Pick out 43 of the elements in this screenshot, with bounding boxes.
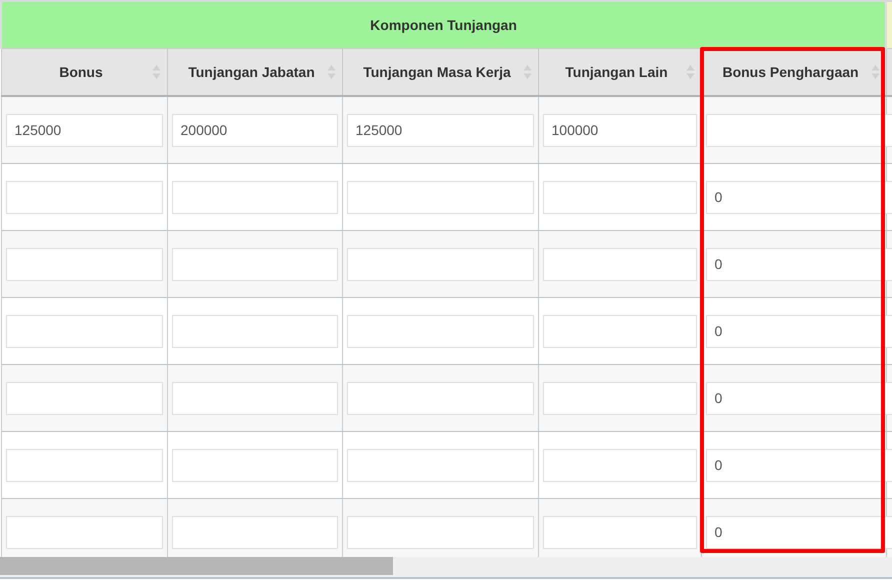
column-header[interactable]: Tunjangan Masa Kerja xyxy=(342,48,538,96)
input-field[interactable] xyxy=(6,314,162,348)
input-field[interactable]: 0 xyxy=(706,314,892,348)
input-field[interactable] xyxy=(542,516,696,548)
input-field[interactable] xyxy=(346,180,534,214)
input-field[interactable] xyxy=(172,314,338,348)
scrollbar[interactable] xyxy=(0,557,892,579)
input-field[interactable] xyxy=(6,516,162,548)
input-field[interactable] xyxy=(172,448,338,482)
input-field[interactable] xyxy=(6,248,162,280)
group-header: Komponen Tunjangan xyxy=(1,1,886,48)
input-field[interactable] xyxy=(172,382,338,414)
input-field[interactable] xyxy=(542,382,696,414)
column-header[interactable]: Bonus Penghargaan xyxy=(701,48,886,96)
input-field[interactable] xyxy=(542,314,696,348)
input-field[interactable]: 100000 xyxy=(542,114,696,146)
input-field[interactable] xyxy=(346,448,534,482)
column-header[interactable]: Bonus xyxy=(1,48,167,96)
column-header[interactable]: Tunjangan Jabatan xyxy=(167,48,342,96)
input-field[interactable]: 0 xyxy=(706,382,892,414)
input-field[interactable] xyxy=(706,114,892,146)
column-header[interactable]: Tunjangan Lain xyxy=(538,48,701,96)
sort-icon xyxy=(870,64,880,80)
input-field[interactable] xyxy=(172,248,338,280)
input-field[interactable] xyxy=(346,382,534,414)
input-field[interactable]: 0 xyxy=(706,448,892,482)
input-field[interactable]: 200000 xyxy=(172,114,338,146)
input-field[interactable] xyxy=(6,180,162,214)
input-field[interactable] xyxy=(542,448,696,482)
input-field[interactable] xyxy=(542,248,696,280)
input-field[interactable] xyxy=(346,516,534,548)
input-field[interactable] xyxy=(172,516,338,548)
input-field[interactable] xyxy=(6,382,162,414)
input-field[interactable] xyxy=(346,248,534,280)
input-field[interactable]: 125000 xyxy=(6,114,162,146)
input-field[interactable] xyxy=(346,314,534,348)
input-field[interactable] xyxy=(172,180,338,214)
input-field[interactable]: 0 xyxy=(706,516,892,548)
input-field[interactable]: 125000 xyxy=(346,114,534,146)
input-field[interactable]: 0 xyxy=(706,180,892,214)
input-field[interactable] xyxy=(542,180,696,214)
input-field[interactable]: 0 xyxy=(706,248,892,280)
input-field[interactable] xyxy=(6,448,162,482)
